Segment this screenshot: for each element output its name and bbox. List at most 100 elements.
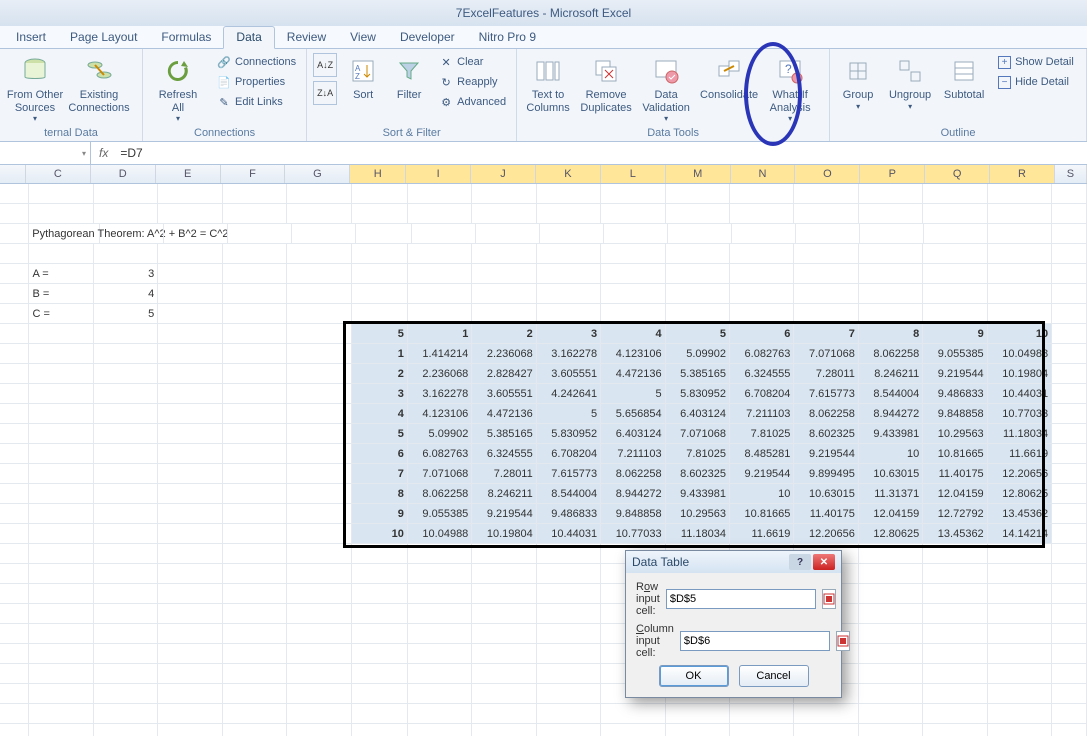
cell[interactable] <box>408 584 472 604</box>
cell[interactable] <box>666 704 730 724</box>
cell[interactable] <box>29 724 93 736</box>
cell[interactable] <box>540 224 604 244</box>
cell[interactable] <box>1052 344 1087 364</box>
cell[interactable] <box>988 544 1052 564</box>
cell[interactable] <box>158 344 222 364</box>
cell[interactable] <box>94 184 158 204</box>
cell[interactable] <box>601 724 665 736</box>
cell[interactable] <box>352 184 408 204</box>
cell[interactable] <box>94 624 158 644</box>
tab-nitro-pro-9[interactable]: Nitro Pro 9 <box>467 27 548 48</box>
cell[interactable] <box>158 644 222 664</box>
cell[interactable]: 5 <box>601 384 665 404</box>
cell[interactable] <box>0 704 29 724</box>
cell[interactable] <box>287 384 351 404</box>
connections-button[interactable]: 🔗Connections <box>213 53 300 71</box>
cell[interactable] <box>988 304 1052 324</box>
cell[interactable] <box>472 624 536 644</box>
cell[interactable] <box>0 524 29 544</box>
cell[interactable] <box>0 684 29 704</box>
cell[interactable]: 8 <box>352 484 408 504</box>
advanced-button[interactable]: ⚙Advanced <box>435 93 510 111</box>
cell[interactable] <box>352 304 408 324</box>
cell[interactable] <box>1052 384 1087 404</box>
cell[interactable]: 9.219544 <box>472 504 536 524</box>
cell[interactable] <box>1052 644 1087 664</box>
cell[interactable] <box>408 204 472 224</box>
cell[interactable] <box>0 604 29 624</box>
cell[interactable] <box>94 544 158 564</box>
cell[interactable] <box>988 684 1052 704</box>
cell[interactable] <box>223 544 287 564</box>
cell[interactable]: A = <box>29 264 93 284</box>
cell[interactable] <box>287 464 351 484</box>
cell[interactable] <box>794 704 858 724</box>
cell[interactable]: 9.486833 <box>537 504 601 524</box>
tab-developer[interactable]: Developer <box>388 27 467 48</box>
cell[interactable] <box>537 184 601 204</box>
cell[interactable] <box>29 684 93 704</box>
cell[interactable]: 1.414214 <box>408 344 472 364</box>
cell[interactable] <box>859 304 923 324</box>
cell[interactable]: 7.071068 <box>794 344 858 364</box>
cell[interactable] <box>1052 264 1087 284</box>
cell[interactable] <box>859 544 923 564</box>
cell[interactable] <box>859 644 923 664</box>
cell[interactable] <box>988 224 1052 244</box>
cell[interactable]: 8.485281 <box>730 444 794 464</box>
cell[interactable]: 12.20656 <box>988 464 1052 484</box>
cell[interactable] <box>537 244 601 264</box>
cell[interactable] <box>29 624 93 644</box>
cell[interactable]: 8.062258 <box>601 464 665 484</box>
cell[interactable] <box>223 484 287 504</box>
cell[interactable] <box>29 324 93 344</box>
cell[interactable] <box>223 444 287 464</box>
cell[interactable] <box>158 684 222 704</box>
cell[interactable] <box>1052 604 1087 624</box>
cell[interactable] <box>287 424 351 444</box>
cell[interactable] <box>604 224 668 244</box>
cell[interactable] <box>29 464 93 484</box>
cell[interactable] <box>352 704 408 724</box>
cell[interactable] <box>923 204 987 224</box>
cell[interactable]: 9 <box>352 504 408 524</box>
cell[interactable] <box>859 724 923 736</box>
cell[interactable]: 10 <box>352 524 408 544</box>
cell[interactable] <box>29 404 93 424</box>
cell[interactable]: 6.082763 <box>408 444 472 464</box>
col-header-P[interactable]: P <box>860 165 925 183</box>
cell[interactable]: 5 <box>352 424 408 444</box>
cell[interactable] <box>352 544 408 564</box>
cell[interactable] <box>223 324 287 344</box>
cell[interactable] <box>0 624 29 644</box>
cell[interactable]: 3.605551 <box>537 364 601 384</box>
cell[interactable]: 8.062258 <box>794 404 858 424</box>
cell[interactable] <box>1052 224 1087 244</box>
cell[interactable] <box>287 184 351 204</box>
cell[interactable] <box>666 284 730 304</box>
cell[interactable]: 9.848858 <box>923 404 987 424</box>
col-header-D[interactable]: D <box>91 165 156 183</box>
cell[interactable] <box>859 184 923 204</box>
cell[interactable] <box>94 584 158 604</box>
cell[interactable] <box>287 304 351 324</box>
cell[interactable] <box>0 404 29 424</box>
cell[interactable]: 9.219544 <box>923 364 987 384</box>
col-header-M[interactable]: M <box>666 165 731 183</box>
group-button[interactable]: Group▾ <box>836 53 880 111</box>
cell[interactable] <box>859 604 923 624</box>
cell[interactable]: 3.605551 <box>472 384 536 404</box>
cell[interactable] <box>472 544 536 564</box>
cell[interactable]: 12.80625 <box>859 524 923 544</box>
cell[interactable]: 6.708204 <box>537 444 601 464</box>
cell[interactable] <box>158 724 222 736</box>
cell[interactable] <box>0 424 29 444</box>
cell[interactable]: 5.656854 <box>601 404 665 424</box>
cell[interactable]: 10 <box>988 324 1052 344</box>
cell[interactable] <box>352 564 408 584</box>
cell[interactable] <box>666 264 730 284</box>
cell[interactable] <box>601 304 665 324</box>
cell[interactable] <box>223 664 287 684</box>
cell[interactable] <box>29 184 93 204</box>
cell[interactable]: 7.28011 <box>794 364 858 384</box>
